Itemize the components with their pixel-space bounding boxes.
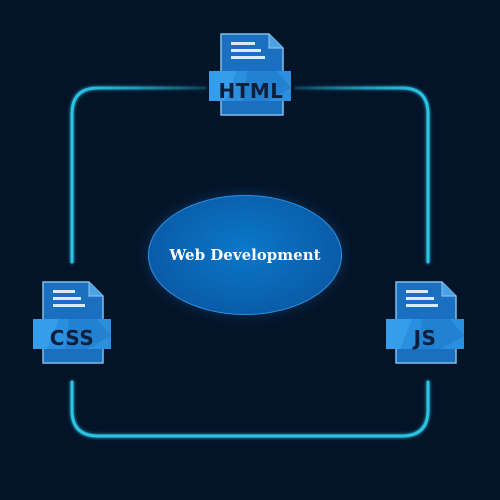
connector-bottom	[70, 380, 430, 438]
center-title: Web Development	[169, 246, 321, 264]
css-file-icon	[33, 281, 111, 364]
html-file-icon	[209, 33, 291, 116]
web-development-diagram: HTML CSS JS Web Development	[0, 0, 500, 500]
center-node: Web Development	[148, 195, 342, 315]
js-file-icon	[386, 281, 464, 364]
css-label: CSS	[49, 326, 95, 350]
html-label: HTML	[218, 79, 284, 103]
js-label: JS	[413, 326, 437, 350]
